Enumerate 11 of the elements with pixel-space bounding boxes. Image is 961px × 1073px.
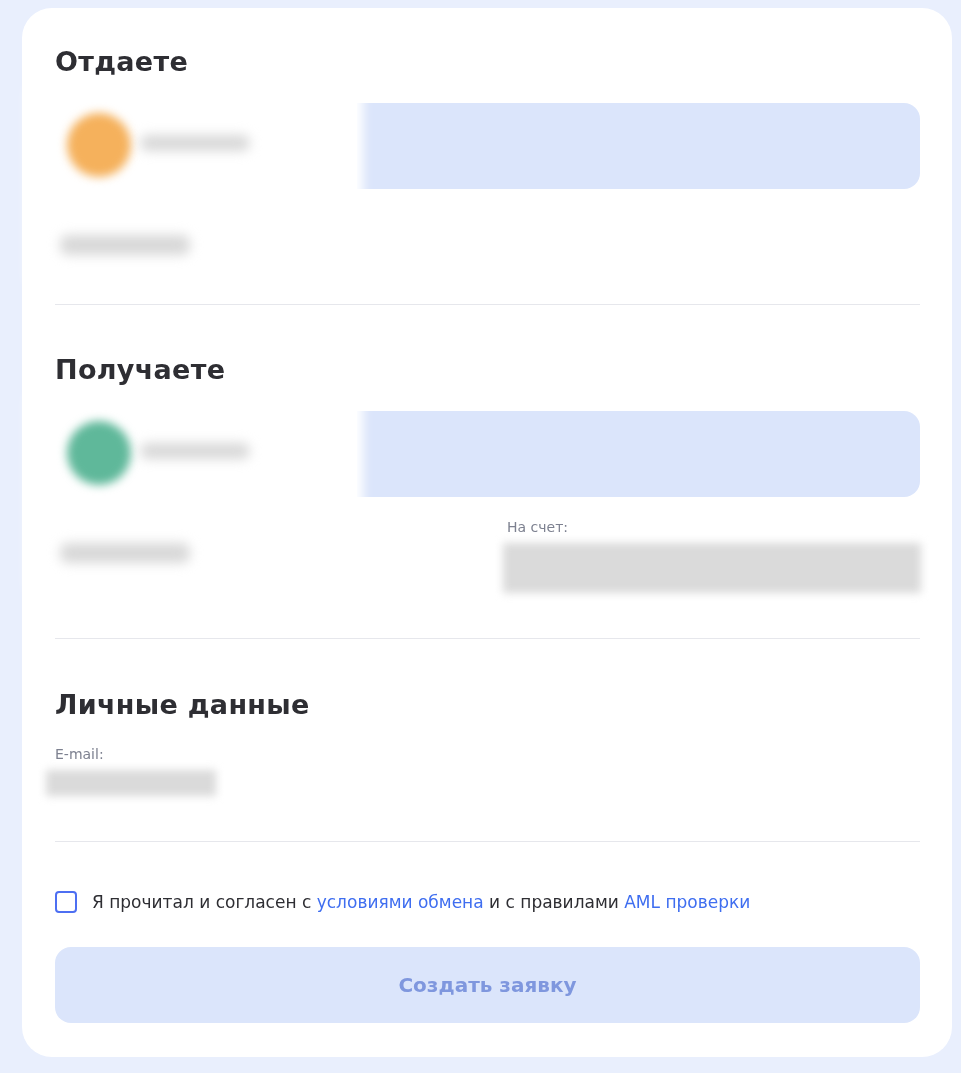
agreement-text: Я прочитал и согласен с условиями обмена и с правилами AML проверки xyxy=(92,892,751,912)
section-title: Получаете xyxy=(55,353,227,387)
agree-checkbox[interactable] xyxy=(55,891,77,913)
section-title: Личные данные xyxy=(55,688,311,722)
aml-rules-link[interactable]: AML проверки xyxy=(624,892,751,912)
account-label: На счет: xyxy=(507,519,569,536)
email-label: E-mail: xyxy=(55,746,105,763)
currency-selector[interactable] xyxy=(357,103,920,189)
section-title: Отдаете xyxy=(55,45,189,79)
exchange-terms-link[interactable]: условиями обмена xyxy=(316,892,484,912)
currency-selector[interactable] xyxy=(357,411,920,497)
